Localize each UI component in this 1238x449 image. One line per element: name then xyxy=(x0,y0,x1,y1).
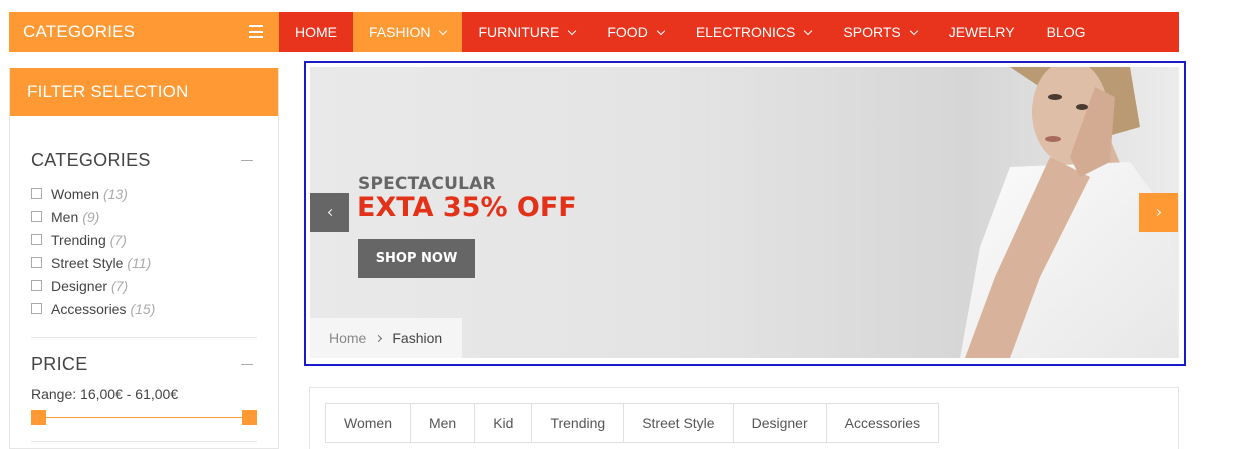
collapse-icon[interactable] xyxy=(241,364,253,365)
nav-item-label: SPORTS xyxy=(843,24,901,40)
category-checkbox[interactable] xyxy=(31,234,42,245)
category-count: (7) xyxy=(109,231,127,248)
price-range-text: Range: 16,00€ - 61,00€ xyxy=(31,386,179,402)
nav-item-label: BLOG xyxy=(1046,24,1086,40)
nav-item-home[interactable]: HOME xyxy=(279,12,353,52)
tab-trending[interactable]: Trending xyxy=(532,404,625,442)
category-checkbox[interactable] xyxy=(31,257,42,268)
nav-item-label: ELECTRONICS xyxy=(695,24,796,40)
divider xyxy=(31,441,257,442)
chevron-down-icon xyxy=(568,26,577,35)
nav-item-fashion[interactable]: FASHION xyxy=(353,12,463,52)
nav-item-food[interactable]: FOOD xyxy=(591,12,679,52)
category-item-men[interactable]: Men (9) xyxy=(31,205,257,228)
hero-banner[interactable]: SPECTACULAR EXTA 35% OFF SHOP NOW Home F… xyxy=(310,67,1179,358)
nav-item-label: HOME xyxy=(295,24,337,40)
promo-headline: EXTA 35% OFF xyxy=(357,192,577,223)
nav-item-sports[interactable]: SPORTS xyxy=(827,12,932,52)
slider-next-button[interactable] xyxy=(1139,193,1178,232)
breadcrumb: Home Fashion xyxy=(310,318,462,358)
breadcrumb-home-link[interactable]: Home xyxy=(329,330,366,346)
shop-now-button[interactable]: SHOP NOW xyxy=(358,239,475,278)
main-nav: HOME FASHION FURNITURE FOOD ELECTRONICS … xyxy=(279,12,1179,52)
nav-item-furniture[interactable]: FURNITURE xyxy=(462,12,591,52)
chevron-down-icon xyxy=(909,26,918,35)
hamburger-icon[interactable] xyxy=(249,25,263,38)
slider-prev-button[interactable] xyxy=(310,193,349,232)
categories-filter-header[interactable]: CATEGORIES xyxy=(31,150,257,171)
category-checkbox[interactable] xyxy=(31,303,42,314)
tab-designer[interactable]: Designer xyxy=(733,404,827,442)
category-list: Women (13) Men (9) Trending (7) Street S… xyxy=(31,182,257,320)
category-label: Accessories xyxy=(51,300,127,317)
chevron-right-icon xyxy=(375,334,383,342)
category-label: Street Style xyxy=(51,254,124,271)
category-count: (9) xyxy=(82,208,100,225)
slider-track xyxy=(35,417,253,418)
category-checkbox[interactable] xyxy=(31,280,42,291)
category-checkbox[interactable] xyxy=(31,211,42,222)
category-count: (13) xyxy=(102,185,128,202)
categories-bar-label: CATEGORIES xyxy=(23,22,136,41)
slider-handle-max[interactable] xyxy=(242,410,257,425)
chevron-down-icon xyxy=(656,26,666,35)
category-label: Trending xyxy=(51,231,106,248)
tab-street-style[interactable]: Street Style xyxy=(624,404,734,442)
category-label: Men xyxy=(51,208,79,225)
chevron-down-icon xyxy=(439,26,448,35)
chevron-left-icon xyxy=(327,208,335,217)
breadcrumb-current: Fashion xyxy=(392,330,443,346)
chevron-right-icon xyxy=(1153,208,1161,217)
filter-sidebar: FILTER SELECTION CATEGORIES Women (13) M… xyxy=(9,68,279,449)
nav-item-electronics[interactable]: ELECTRONICS xyxy=(680,12,828,52)
model-photo xyxy=(710,67,1179,358)
category-count: (11) xyxy=(127,254,152,271)
category-count: (15) xyxy=(130,300,156,317)
filter-selection-title: FILTER SELECTION xyxy=(27,82,189,101)
tab-men[interactable]: Men xyxy=(410,404,476,442)
nav-item-label: FASHION xyxy=(369,24,431,40)
category-item-accessories[interactable]: Accessories (15) xyxy=(31,297,257,320)
price-filter-header[interactable]: PRICE xyxy=(31,354,257,375)
collapse-icon[interactable] xyxy=(241,160,253,161)
tab-accessories[interactable]: Accessories xyxy=(826,404,939,442)
category-item-trending[interactable]: Trending (7) xyxy=(31,228,257,251)
category-item-women[interactable]: Women (13) xyxy=(31,182,257,205)
filter-selection-header: FILTER SELECTION xyxy=(10,68,278,116)
tab-women[interactable]: Women xyxy=(326,404,411,442)
nav-item-label: JEWELRY xyxy=(948,24,1015,40)
category-checkbox[interactable] xyxy=(31,188,42,199)
categories-filter: CATEGORIES Women (13) Men (9) Trending (… xyxy=(10,116,278,320)
categories-bar[interactable]: CATEGORIES xyxy=(9,12,279,52)
chevron-down-icon xyxy=(804,26,813,35)
category-item-designer[interactable]: Designer (7) xyxy=(31,274,257,297)
categories-filter-title: CATEGORIES xyxy=(31,150,151,170)
price-filter-title: PRICE xyxy=(31,354,88,374)
category-label: Women xyxy=(51,185,99,202)
tab-kid[interactable]: Kid xyxy=(475,404,533,442)
nav-item-blog[interactable]: BLOG xyxy=(1031,12,1102,52)
promo-eyebrow: SPECTACULAR xyxy=(358,174,496,194)
category-tab-panel: Women Men Kid Trending Street Style Desi… xyxy=(309,387,1179,449)
nav-item-label: FOOD xyxy=(607,24,648,40)
nav-item-jewelry[interactable]: JEWELRY xyxy=(933,12,1031,52)
slider-handle-min[interactable] xyxy=(31,410,46,425)
category-item-street-style[interactable]: Street Style (11) xyxy=(31,251,257,274)
category-tabs: Women Men Kid Trending Street Style Desi… xyxy=(325,403,940,443)
nav-item-label: FURNITURE xyxy=(478,24,560,40)
category-count: (7) xyxy=(111,277,129,294)
price-filter: PRICE Range: 16,00€ - 61,00€ xyxy=(10,338,278,425)
price-range-slider[interactable] xyxy=(31,410,257,425)
category-label: Designer xyxy=(51,277,108,294)
